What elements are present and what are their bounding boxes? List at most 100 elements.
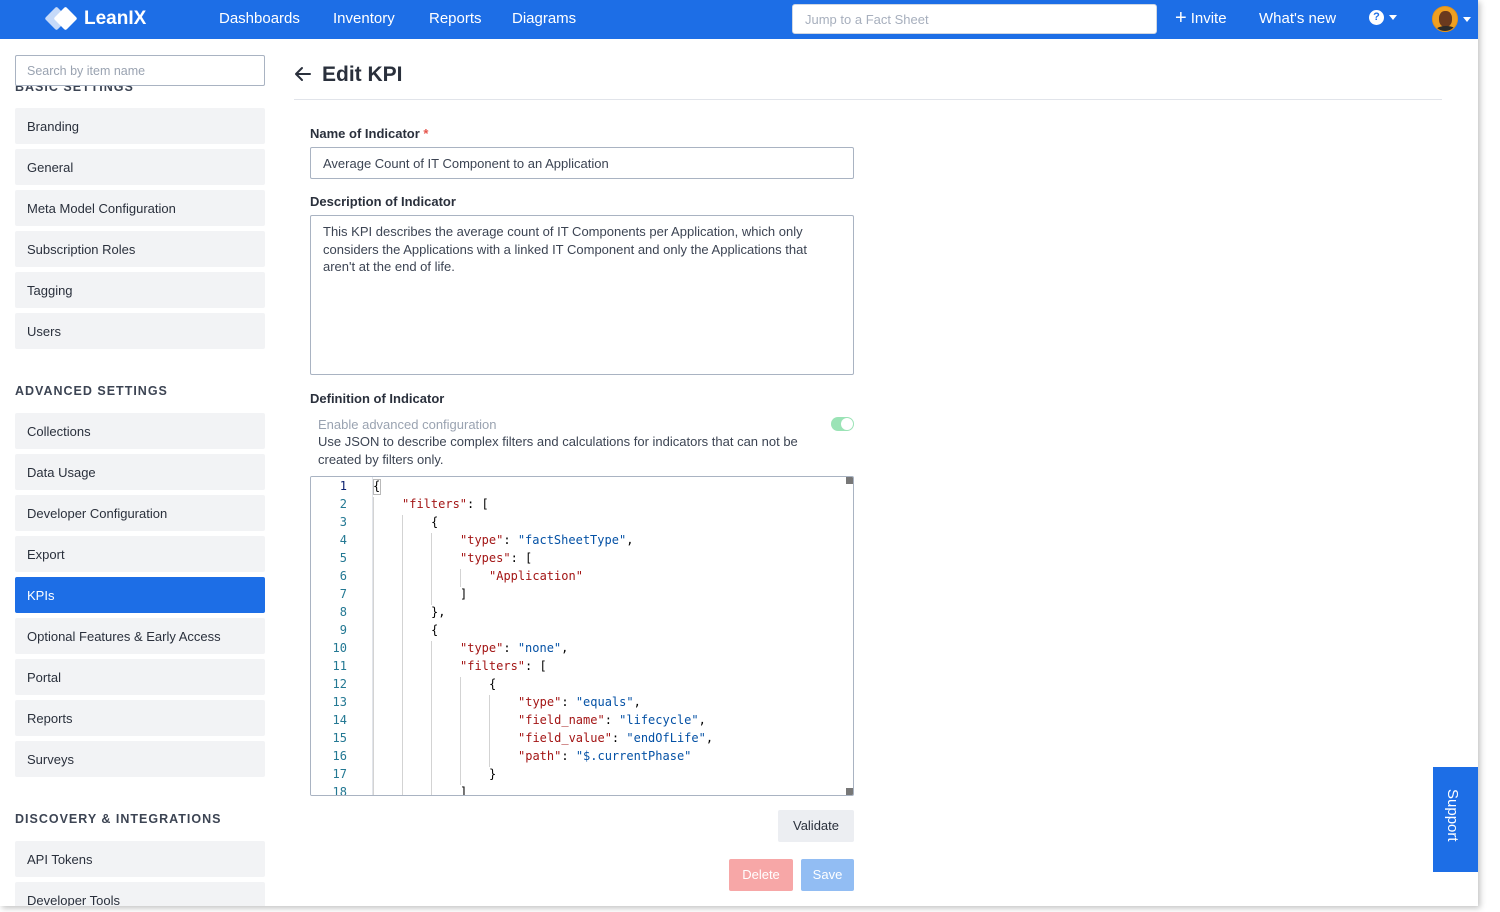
sidebar-item-developer-tools[interactable]: Developer Tools	[15, 882, 265, 906]
app-window: LeanIX Dashboards Inventory Reports Diag…	[0, 0, 1478, 906]
line-number: 14	[332, 713, 347, 727]
description-label: Description of Indicator	[310, 194, 456, 209]
sidebar-search	[15, 55, 265, 86]
code-line: {	[431, 515, 438, 529]
code-line: "field_name": "lifecycle",	[518, 713, 706, 727]
line-number: 17	[332, 767, 347, 781]
scrollbar-marker[interactable]	[846, 788, 853, 795]
json-punctuation: :	[611, 731, 627, 745]
sidebar-item-tagging[interactable]: Tagging	[15, 272, 265, 308]
settings-sidebar: BASIC SETTINGS Branding General Meta Mod…	[0, 39, 282, 906]
fact-sheet-search-input[interactable]	[805, 12, 1144, 27]
json-punctuation: {	[431, 623, 439, 637]
sidebar-item-developer-configuration[interactable]: Developer Configuration	[15, 495, 265, 531]
code-line: {	[431, 623, 438, 637]
json-key: "type"	[518, 695, 562, 709]
plus-icon: +	[1175, 7, 1187, 29]
indicator-description-textarea[interactable]: This KPI describes the average count of …	[310, 215, 854, 375]
nav-link-inventory[interactable]: Inventory	[333, 10, 395, 27]
sidebar-item-api-tokens[interactable]: API Tokens	[15, 841, 265, 877]
name-label-text: Name of Indicator	[310, 126, 420, 141]
scrollbar-marker[interactable]	[846, 477, 853, 484]
line-number: 15	[332, 731, 347, 745]
leanix-logo[interactable]: LeanIX	[44, 6, 147, 31]
json-string: "endOfLife"	[626, 731, 706, 745]
code-line: "type": "equals",	[518, 695, 641, 709]
json-punctuation: ,	[698, 713, 706, 727]
sidebar-item-collections[interactable]: Collections	[15, 413, 265, 449]
json-punctuation: ,	[626, 533, 634, 547]
line-number: 5	[339, 551, 347, 565]
sidebar-item-meta-model-configuration[interactable]: Meta Model Configuration	[15, 190, 265, 226]
delete-button[interactable]: Delete	[729, 859, 793, 891]
code-line: },	[431, 605, 445, 619]
line-number: 9	[339, 623, 347, 637]
sidebar-item-branding[interactable]: Branding	[15, 108, 265, 144]
back-arrow-icon[interactable]	[292, 63, 314, 85]
json-key: "filters"	[460, 659, 526, 673]
code-area[interactable]: {"filters": [{"type": "factSheetType", "t…	[373, 477, 853, 795]
sidebar-item-reports[interactable]: Reports	[15, 700, 265, 736]
definition-label: Definition of Indicator	[310, 391, 445, 406]
help-icon: ?	[1369, 10, 1384, 25]
json-punctuation: : [	[525, 659, 547, 673]
line-number: 11	[332, 659, 347, 673]
indent-guide	[373, 497, 374, 795]
section-title-advanced-settings: ADVANCED SETTINGS	[15, 384, 168, 398]
sidebar-item-optional-features[interactable]: Optional Features & Early Access	[15, 618, 265, 654]
support-label: Support	[1444, 789, 1461, 842]
json-punctuation: :	[503, 641, 518, 655]
json-punctuation: {	[431, 515, 439, 529]
line-number: 4	[339, 533, 347, 547]
top-navigation-bar: LeanIX Dashboards Inventory Reports Diag…	[0, 0, 1478, 39]
user-menu-button[interactable]	[1432, 6, 1471, 32]
divider	[294, 99, 1442, 100]
avatar	[1432, 6, 1458, 32]
nav-link-diagrams[interactable]: Diagrams	[512, 10, 576, 27]
indent-guide	[402, 515, 403, 795]
line-number: 6	[339, 569, 347, 583]
json-punctuation: :	[561, 695, 576, 709]
code-line: "types": [	[460, 551, 532, 565]
indent-guide	[431, 533, 432, 605]
fact-sheet-search	[792, 4, 1157, 34]
brand-name: LeanIX	[84, 8, 147, 29]
indicator-name-input[interactable]: Average Count of IT Component to an Appl…	[310, 147, 854, 179]
sidebar-item-data-usage[interactable]: Data Usage	[15, 454, 265, 490]
sidebar-item-users[interactable]: Users	[15, 313, 265, 349]
json-string: "equals"	[575, 695, 634, 709]
nav-link-dashboards[interactable]: Dashboards	[219, 10, 300, 27]
sidebar-item-general[interactable]: General	[15, 149, 265, 185]
sidebar-item-subscription-roles[interactable]: Subscription Roles	[15, 231, 265, 267]
sidebar-item-export[interactable]: Export	[15, 536, 265, 572]
help-menu-button[interactable]: ?	[1369, 10, 1397, 25]
line-number: 1	[339, 479, 347, 493]
json-code-editor[interactable]: 1 2 3 4 5 6 7 8 9 10 11 12 13 14 15 16 17 18 {"filters": …	[310, 476, 854, 796]
code-line: {	[489, 677, 496, 691]
json-punctuation: ,	[561, 641, 569, 655]
json-punctuation: },	[431, 605, 446, 619]
sidebar-search-input[interactable]	[16, 56, 264, 85]
chevron-down-icon	[1389, 15, 1397, 20]
json-punctuation: {	[373, 479, 381, 493]
json-string: "$.currentPhase"	[575, 749, 692, 763]
whats-new-link[interactable]: What's new	[1259, 10, 1336, 27]
json-key: "path"	[518, 749, 562, 763]
save-button[interactable]: Save	[801, 859, 854, 891]
support-tab[interactable]: Support	[1433, 767, 1478, 872]
sidebar-item-surveys[interactable]: Surveys	[15, 741, 265, 777]
nav-link-reports[interactable]: Reports	[429, 10, 482, 27]
json-key: "field_name"	[518, 713, 605, 727]
json-punctuation: {	[489, 677, 497, 691]
json-punctuation: :	[604, 713, 620, 727]
json-key: "field_value"	[518, 731, 612, 745]
invite-button[interactable]: + Invite	[1175, 7, 1227, 29]
validate-button[interactable]: Validate	[778, 810, 854, 842]
json-key: "type"	[460, 533, 504, 547]
json-punctuation: ,	[705, 731, 714, 745]
sidebar-item-kpis[interactable]: KPIs	[15, 577, 265, 613]
advanced-config-toggle[interactable]	[831, 417, 854, 431]
name-label: Name of Indicator *	[310, 126, 428, 141]
sidebar-item-portal[interactable]: Portal	[15, 659, 265, 695]
line-number: 18	[332, 785, 347, 796]
